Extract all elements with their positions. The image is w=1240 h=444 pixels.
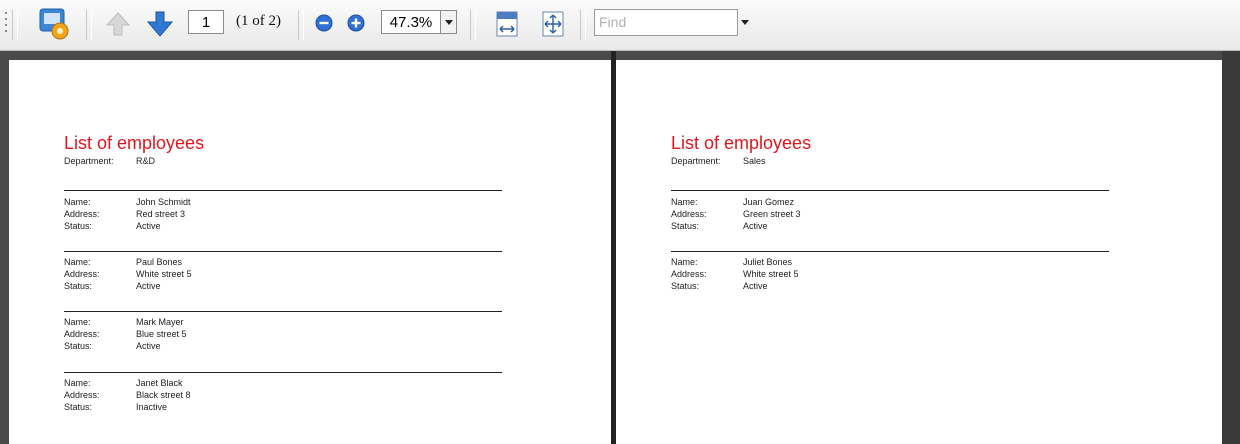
employee-address: Black street 8 <box>136 390 191 400</box>
toolbar-separator <box>86 10 92 40</box>
department-label: Department: <box>64 156 114 166</box>
status-label: Status: <box>64 402 93 412</box>
chevron-down-icon <box>741 20 749 25</box>
employee-address: White street 5 <box>136 269 192 279</box>
report-page-1: List of employees Department: R&D Name: J… <box>9 60 611 444</box>
employee-name: Paul Bones <box>136 257 183 267</box>
record-divider <box>671 190 1109 191</box>
address-label: Address: <box>64 209 100 219</box>
address-label: Address: <box>64 329 100 339</box>
status-label: Status: <box>671 281 700 291</box>
name-label: Name: <box>64 378 91 388</box>
employee-name: John Schmidt <box>136 197 191 207</box>
chevron-down-icon <box>445 20 453 25</box>
employee-address: Blue street 5 <box>136 329 187 339</box>
department-row: Department: Sales <box>671 156 766 166</box>
record-divider <box>64 251 502 252</box>
find-dropdown-button[interactable] <box>738 9 752 36</box>
address-label: Address: <box>64 269 100 279</box>
employee-status: Inactive <box>136 402 168 412</box>
report-title: List of employees <box>671 133 812 153</box>
employee-status: Active <box>136 221 161 231</box>
employee-status: Active <box>136 341 161 351</box>
name-label: Name: <box>671 197 698 207</box>
employee-name: Juliet Bones <box>743 257 793 267</box>
employee-address: White street 5 <box>743 269 799 279</box>
employee-address: Green street 3 <box>743 209 801 219</box>
toolbar-separator <box>470 10 476 40</box>
zoom-level-select[interactable]: 47.3% <box>381 10 441 34</box>
record-divider <box>671 251 1109 252</box>
status-label: Status: <box>64 221 93 231</box>
fit-width-icon[interactable] <box>494 10 520 38</box>
name-label: Name: <box>64 257 91 267</box>
record-divider <box>64 311 502 312</box>
report-viewer-toolbar: 1 (1 of 2) 47.3% Find <box>0 0 1240 51</box>
employee-name: Juan Gomez <box>743 197 795 207</box>
toolbar-separator <box>298 10 304 40</box>
page-number-input[interactable]: 1 <box>188 10 224 34</box>
name-label: Name: <box>671 257 698 267</box>
record-divider <box>64 372 502 373</box>
address-label: Address: <box>671 209 707 219</box>
status-label: Status: <box>64 341 93 351</box>
department-row: Department: R&D <box>64 156 155 166</box>
record-divider <box>64 190 502 191</box>
department-label: Department: <box>671 156 721 166</box>
employee-status: Active <box>743 221 768 231</box>
toolbar-separator <box>12 10 18 40</box>
employee-address: Red street 3 <box>136 209 186 219</box>
employee-name: Mark Mayer <box>136 317 184 327</box>
zoom-out-icon[interactable] <box>314 13 334 33</box>
employee-status: Active <box>743 281 768 291</box>
toolbar-separator <box>580 10 586 40</box>
employee-status: Active <box>136 281 161 291</box>
zoom-dropdown-button[interactable] <box>441 10 457 34</box>
address-label: Address: <box>64 390 100 400</box>
report-page-2: List of employees Department: Sales Name… <box>616 60 1222 444</box>
report-title: List of employees <box>64 133 205 153</box>
find-input[interactable]: Find <box>594 9 738 36</box>
employee-name: Janet Black <box>136 378 183 388</box>
department-value: Sales <box>743 156 766 166</box>
vertical-scrollbar[interactable] <box>1222 51 1240 444</box>
page-count-label: (1 of 2) <box>236 13 281 29</box>
fit-page-icon[interactable] <box>540 10 566 38</box>
status-label: Status: <box>64 281 93 291</box>
department-value: R&D <box>136 156 156 166</box>
status-label: Status: <box>671 221 700 231</box>
name-label: Name: <box>64 317 91 327</box>
address-label: Address: <box>671 269 707 279</box>
toolbar-grip[interactable] <box>3 12 9 40</box>
name-label: Name: <box>64 197 91 207</box>
zoom-in-icon[interactable] <box>346 13 366 33</box>
settings-icon[interactable] <box>36 6 72 42</box>
next-page-icon[interactable] <box>145 10 175 38</box>
previous-page-icon[interactable] <box>104 10 132 38</box>
